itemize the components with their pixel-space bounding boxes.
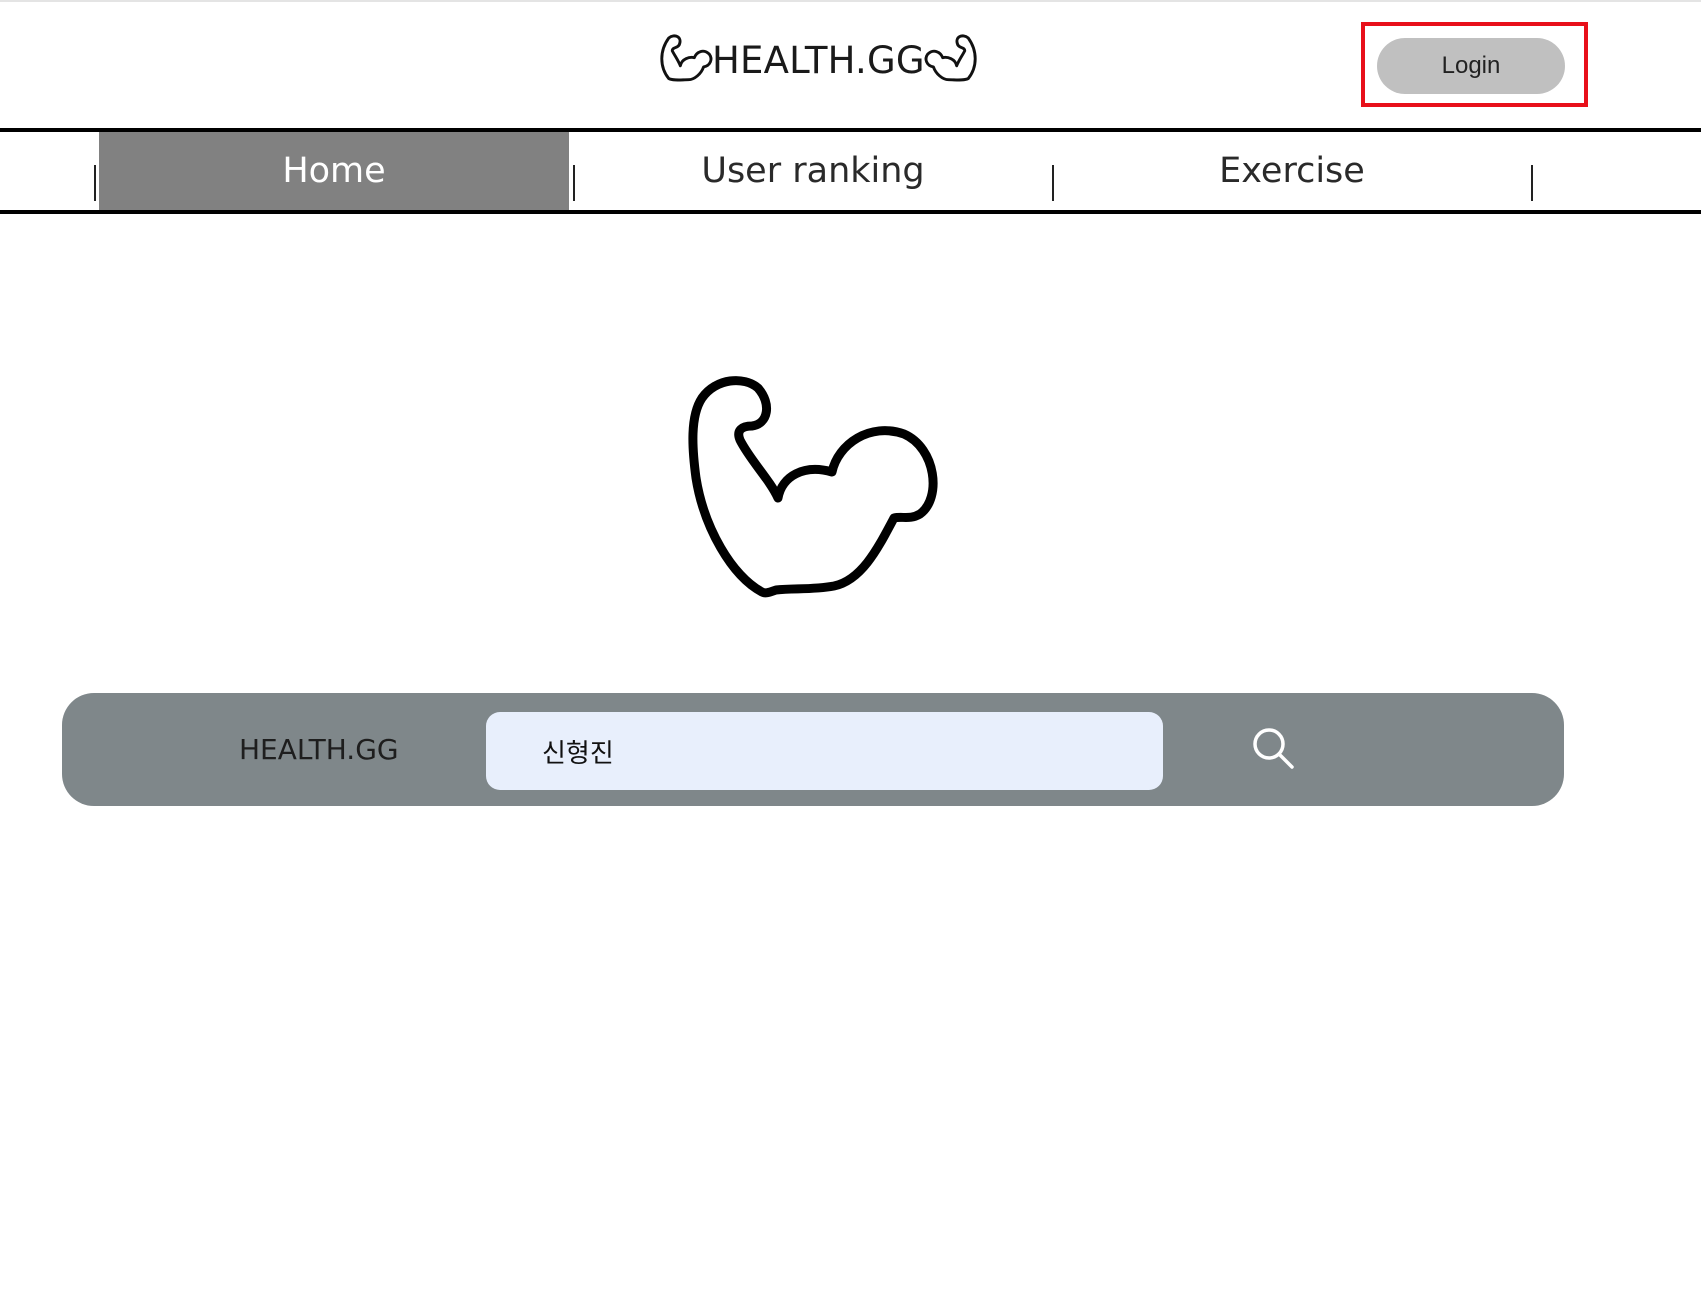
search-icon[interactable] [1250,725,1296,771]
login-button[interactable]: Login [1377,38,1565,94]
main-nav: Home User ranking Exercise [0,128,1701,214]
flexed-arm-icon [688,376,938,598]
flexed-arm-icon [660,34,713,82]
nav-tab-exercise[interactable]: Exercise [1057,132,1527,210]
top-rule [0,0,1701,2]
nav-separator [1531,165,1533,201]
nav-tab-home[interactable]: Home [99,132,569,210]
search-brand-label: HEALTH.GG [239,733,399,766]
flexed-arm-icon [924,34,977,82]
logo-text: HEALTH.GG [712,38,925,82]
search-input[interactable] [486,712,1163,790]
page: HEALTH.GG Login Home User ranking Exerci… [0,0,1701,1299]
site-logo[interactable]: HEALTH.GG [656,30,981,90]
nav-tab-user-ranking[interactable]: User ranking [578,132,1048,210]
nav-separator [94,165,96,201]
nav-separator [573,165,575,201]
search-bar: HEALTH.GG [62,693,1564,806]
nav-separator [1052,165,1054,201]
